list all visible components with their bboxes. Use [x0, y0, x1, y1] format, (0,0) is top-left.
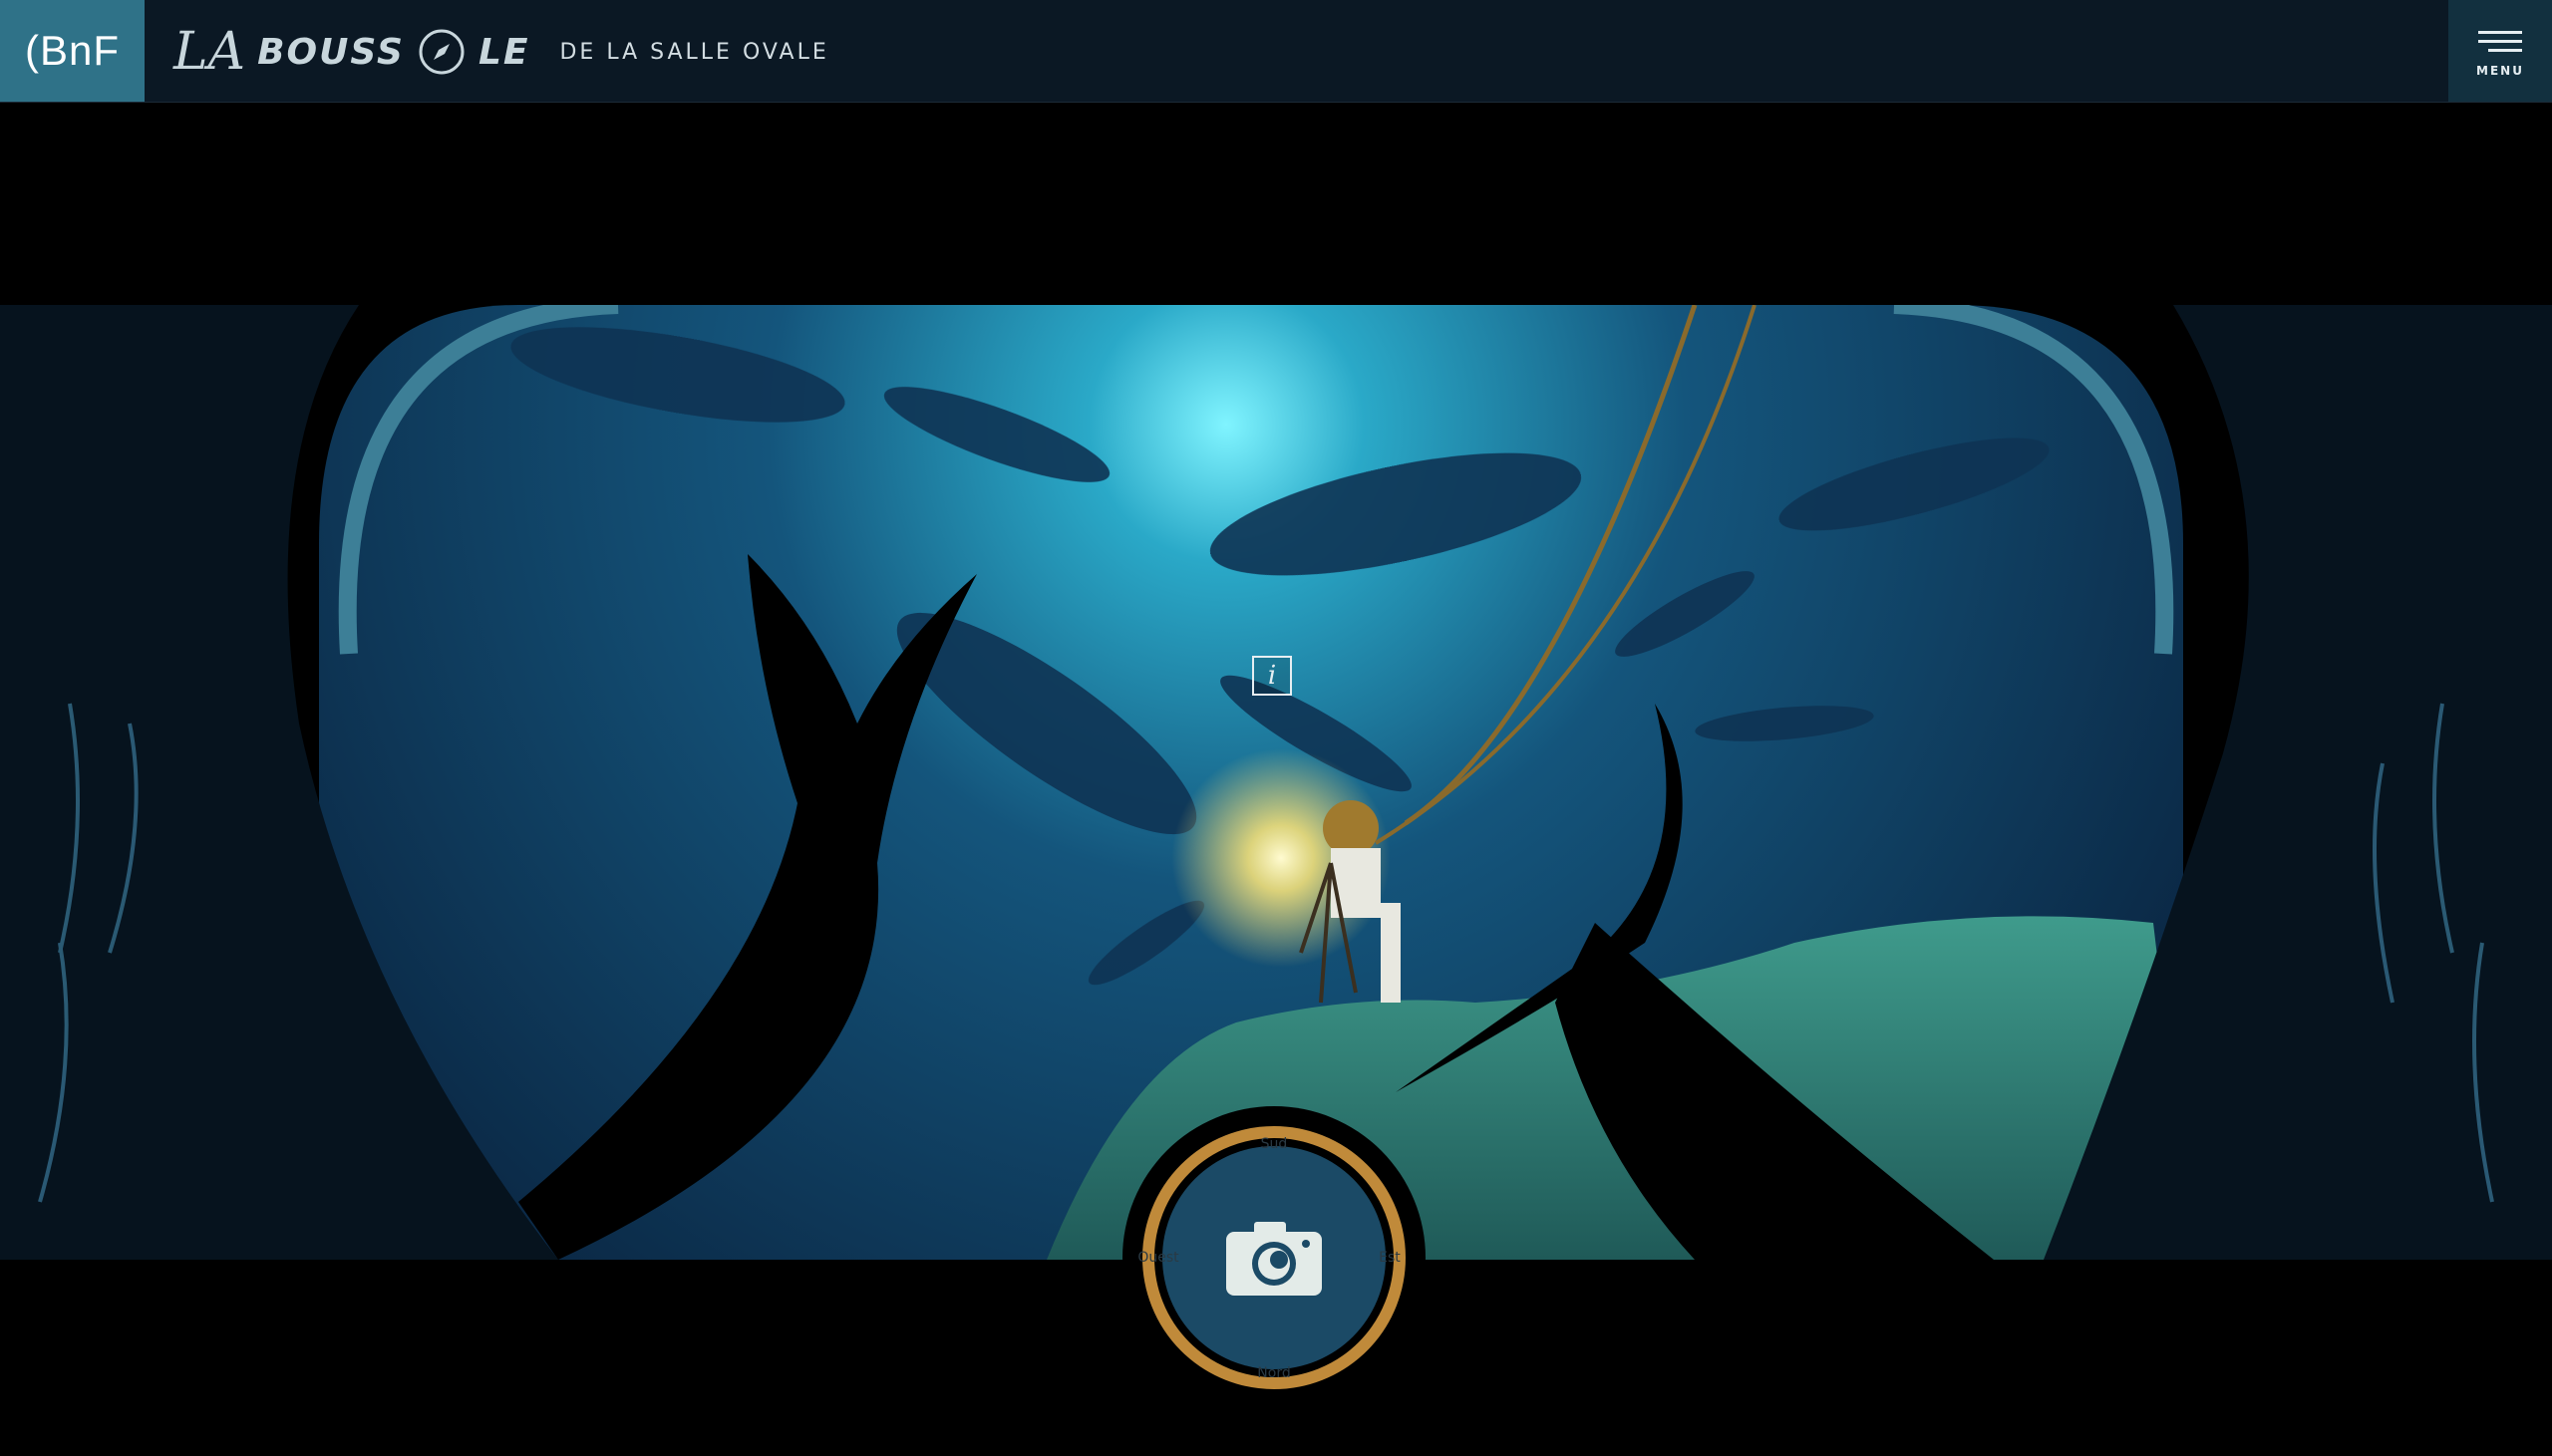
camera-button[interactable]: Sud Est Nord Ouest	[1118, 1102, 1430, 1413]
info-button[interactable]: i	[1252, 656, 1292, 696]
compass-icon	[419, 29, 465, 75]
camera-compass-ring: Sud Est Nord Ouest	[1122, 1106, 1426, 1409]
brand-subtitle: DE LA SALLE OVALE	[559, 39, 829, 65]
bnf-logo-text: (BnF	[24, 27, 120, 74]
ring-label-top: Sud	[1261, 1136, 1288, 1152]
menu-label: MENU	[2476, 63, 2524, 78]
brand-la: LA	[173, 22, 246, 82]
camera-icon	[1226, 1222, 1322, 1296]
top-bar: (BnF LA BOUSS LE DE LA SALLE OVALE MENU	[0, 0, 2552, 103]
hamburger-icon	[2478, 25, 2522, 58]
bnf-logo-link[interactable]: (BnF	[0, 0, 145, 102]
menu-button[interactable]: MENU	[2448, 0, 2552, 102]
brand-word-2: LE	[478, 31, 530, 73]
ring-label-bottom: Nord	[1257, 1365, 1290, 1381]
site-brand[interactable]: LA BOUSS LE DE LA SALLE OVALE	[173, 22, 829, 82]
ring-label-left: Ouest	[1137, 1250, 1179, 1266]
ring-label-right: Est	[1379, 1250, 1401, 1266]
brand-word-1: BOUSS	[257, 31, 405, 73]
